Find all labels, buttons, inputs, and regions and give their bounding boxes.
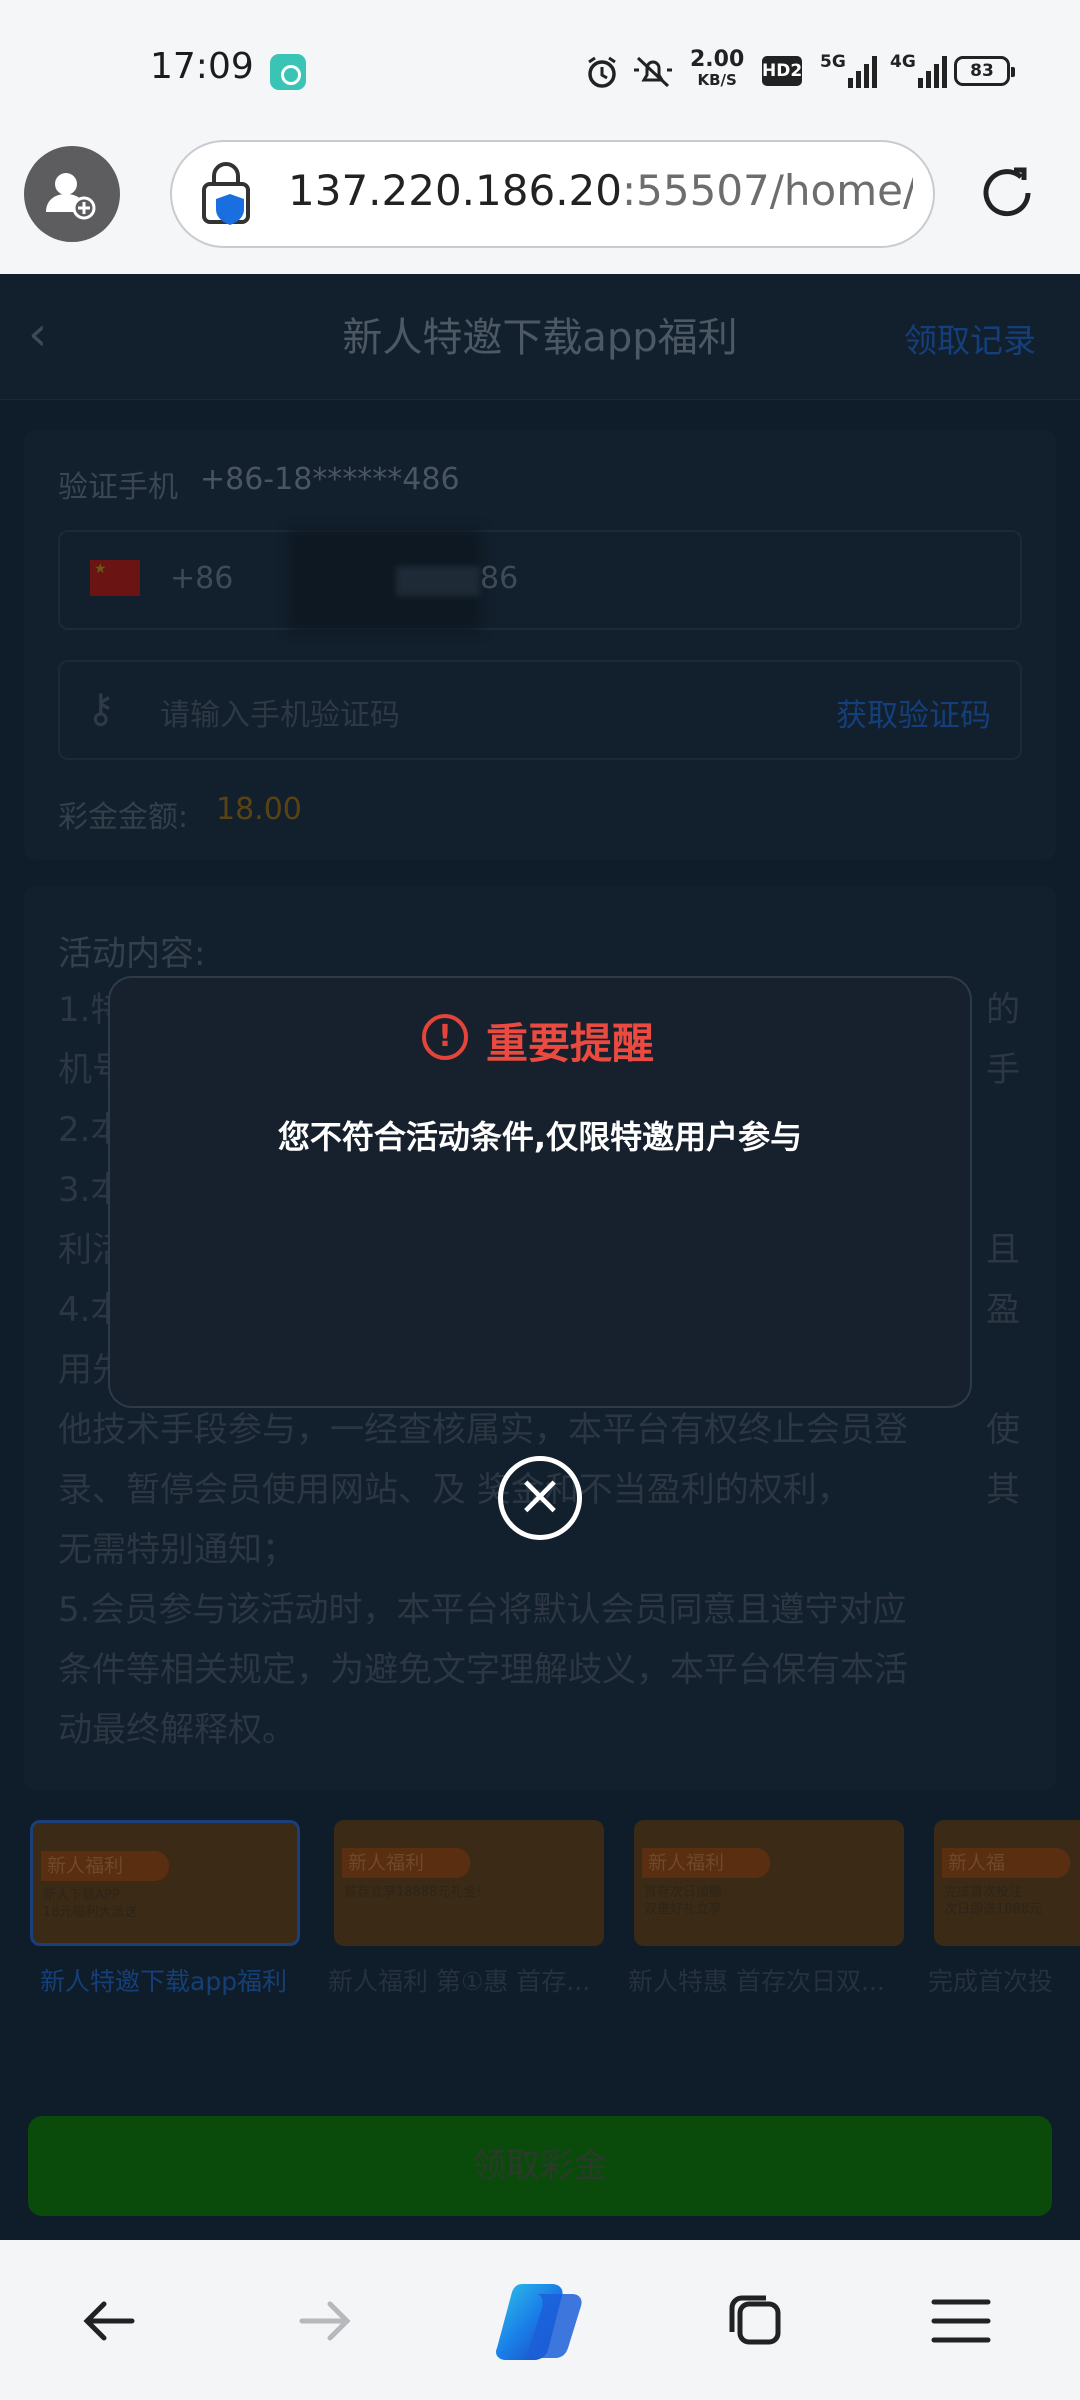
promo-sub: 新人下载APP 18元福利大派送 — [43, 1888, 138, 1920]
mute-icon — [634, 56, 672, 88]
claim-button[interactable]: 领取彩金 — [28, 2116, 1052, 2216]
promo-thumb[interactable]: 新人福利 新人下载APP 18元福利大派送 — [30, 1820, 300, 1946]
signal-4g-icon — [918, 54, 947, 88]
url-path: :55507/home/eve — [622, 166, 913, 215]
status-time: 17:09 — [150, 46, 254, 87]
promo-carousel[interactable]: 新人福利 新人下载APP 18元福利大派送 新人特邀下载app福利 新人福利 首… — [24, 1820, 1080, 2000]
activity-line: 动最终解释权。 — [58, 1710, 296, 1750]
promo-thumb[interactable]: 新人福利 首存立享18888元礼金! — [334, 1820, 604, 1946]
refresh-icon[interactable] — [974, 160, 1040, 226]
activity-line-end: 的手 — [986, 990, 1020, 1090]
activity-line-ends: 的手 且盈 使 其 — [972, 980, 1020, 1520]
activity-line: 他技术手段参与，一经查核属实，本平台有权终止会员登 — [58, 1410, 908, 1450]
back-arrow-icon[interactable] — [74, 2286, 144, 2356]
verify-phone: +86-18******486 — [200, 462, 460, 497]
amount-value: 18.00 — [216, 792, 302, 827]
promo-caption[interactable]: 完成首次投 — [928, 1962, 1078, 1998]
activity-line-end: 其 — [986, 1470, 1020, 1510]
signal-5g-icon — [848, 54, 877, 88]
code-placeholder: 请输入手机验证码 — [160, 698, 400, 733]
country-code: +86 — [170, 561, 234, 596]
promo-sub: 首存立享18888元礼金! — [344, 1885, 482, 1900]
tabs-icon[interactable] — [720, 2286, 790, 2356]
copilot-icon[interactable] — [492, 2276, 588, 2366]
close-circle-icon[interactable]: × — [498, 1456, 582, 1540]
promo-tag: 新人福 — [942, 1848, 1070, 1878]
promo-caption[interactable]: 新人特邀下载app福利 — [40, 1962, 320, 1998]
shield-lock-icon[interactable] — [200, 160, 260, 230]
forward-arrow-icon[interactable] — [290, 2286, 360, 2356]
activity-title: 活动内容: — [58, 934, 206, 974]
promo-tag: 新人福利 — [642, 1848, 770, 1878]
promo-sub: 完成首次投注 次日即送1888元 — [944, 1885, 1043, 1917]
redaction-mask — [396, 566, 480, 596]
exclamation-circle-icon: ! — [422, 1014, 468, 1060]
promo-thumb[interactable]: 新人福 完成首次投注 次日即送1888元 — [934, 1820, 1080, 1946]
activity-line-end: 且盈 — [986, 1230, 1020, 1330]
modal-title: 重要提醒 — [486, 1019, 655, 1068]
app-notification-icon — [270, 54, 306, 90]
add-user-icon[interactable] — [24, 146, 120, 242]
battery-icon: 83 — [954, 56, 1015, 86]
net-4g-label: 4G — [890, 52, 916, 72]
activity-line: 条件等相关规定，为避免文字理解歧义，本平台保有本活 — [58, 1650, 908, 1690]
net-5g-label: 5G — [820, 52, 846, 72]
promo-tag: 新人福利 — [342, 1848, 470, 1878]
amount-label: 彩金金额: — [58, 800, 189, 835]
activity-line: 5.会员参与该活动时，本平台将默认会员同意且遵守对应 — [58, 1590, 907, 1630]
verify-label: 验证手机 — [58, 470, 178, 505]
menu-icon[interactable] — [926, 2286, 996, 2356]
alarm-icon — [588, 56, 616, 88]
get-code-button[interactable]: 获取验证码 — [836, 690, 991, 735]
hd-badge: HD2 — [762, 56, 802, 86]
china-flag-icon[interactable] — [90, 560, 140, 596]
phone-value: 86 — [480, 561, 519, 596]
network-speed: 2.00 KB/S — [690, 47, 745, 90]
activity-line-end: 使 — [986, 1410, 1020, 1450]
promo-caption[interactable]: 新人特惠 首存次日双... — [628, 1962, 908, 1998]
url-host: 137.220.186.20 — [288, 166, 622, 215]
promo-caption[interactable]: 新人福利 第①惠 首存... — [328, 1962, 608, 1998]
record-link[interactable]: 领取记录 — [904, 314, 1036, 362]
promo-sub: 首存次日加赠 双重好礼立享 — [644, 1885, 723, 1917]
url-text[interactable]: 137.220.186.20:55507/home/eve — [288, 166, 913, 215]
modal-message: 您不符合活动条件,仅限特邀用户参与 — [277, 1118, 803, 1156]
promo-thumb[interactable]: 新人福利 首存次日加赠 双重好礼立享 — [634, 1820, 904, 1946]
promo-tag: 新人福利 — [41, 1851, 169, 1881]
key-icon: ⚷ — [86, 686, 116, 732]
